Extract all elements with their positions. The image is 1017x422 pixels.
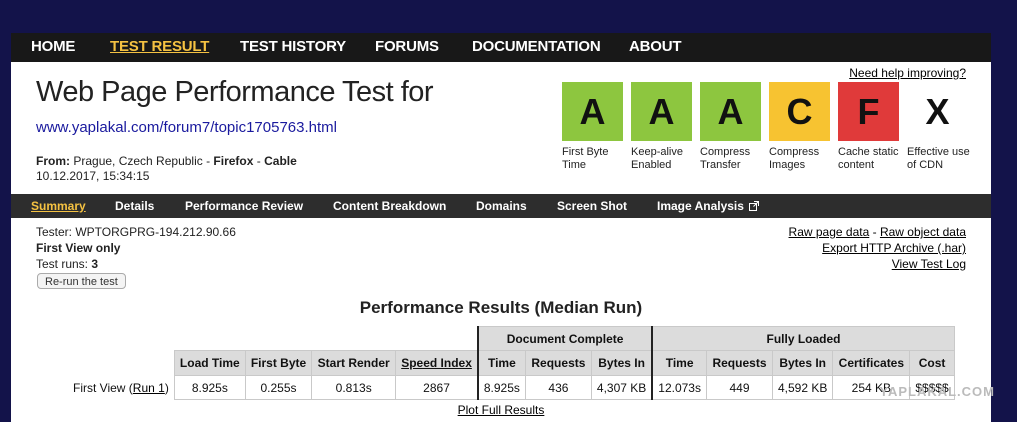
- main-nav: HOME TEST RESULT TEST HISTORY FORUMS DOC…: [11, 33, 991, 62]
- tab-performance-review[interactable]: Performance Review: [185, 199, 303, 213]
- col-full-requests: Requests: [705, 350, 773, 376]
- raw-page-data-link[interactable]: Raw page data: [789, 225, 870, 239]
- browser-text: Firefox: [213, 154, 254, 168]
- col-start-render: Start Render: [311, 350, 397, 376]
- val-full-time: 12.073s: [651, 375, 707, 400]
- grade-label-compress-transfer: Compress Transfer: [700, 146, 751, 171]
- grade-compress-images[interactable]: C: [769, 82, 830, 141]
- first-view-only-text: First View only: [36, 241, 121, 255]
- val-load-time: 8.925s: [173, 375, 246, 400]
- tab-content-breakdown[interactable]: Content Breakdown: [333, 199, 446, 213]
- results-panel: Web Page Performance Test for www.yaplak…: [11, 62, 991, 422]
- test-runs-text: Test runs: 3: [36, 256, 236, 272]
- tab-details[interactable]: Details: [115, 199, 154, 213]
- val-doc-requests: 436: [524, 375, 592, 400]
- test-runs-label: Test runs:: [36, 257, 92, 271]
- nav-forums[interactable]: FORUMS: [375, 38, 439, 55]
- val-full-bytes-in: 4,592 KB: [771, 375, 834, 400]
- grade-keep-alive[interactable]: A: [631, 82, 692, 141]
- grade-label-keep-alive: Keep-alive Enabled: [631, 146, 683, 171]
- raw-object-data-link[interactable]: Raw object data: [880, 225, 966, 239]
- col-first-byte: First Byte: [244, 350, 313, 376]
- view-test-log-link[interactable]: View Test Log: [892, 257, 966, 271]
- col-load-time: Load Time: [173, 350, 246, 376]
- links-separator: -: [869, 225, 880, 239]
- row-label: First View (Run 1): [68, 376, 174, 400]
- grade-compress-transfer[interactable]: A: [700, 82, 761, 141]
- connection-text: Cable: [264, 154, 297, 168]
- tab-summary[interactable]: Summary: [31, 199, 86, 213]
- col-full-bytes-in: Bytes In: [771, 350, 834, 376]
- plot-full-results-link[interactable]: Plot Full Results: [458, 403, 545, 417]
- grade-first-byte[interactable]: A: [562, 82, 623, 141]
- grade-cdn[interactable]: X: [907, 82, 968, 141]
- plot-full-results: Plot Full Results: [11, 403, 991, 417]
- results-table: Document Complete Fully Loaded Load Time…: [68, 326, 955, 400]
- page-title: Web Page Performance Test for: [36, 76, 434, 108]
- grade-label-cache-static: Cache static content: [838, 146, 899, 171]
- tab-image-analysis-label: Image Analysis: [657, 199, 744, 213]
- raw-data-links: Raw page data - Raw object data Export H…: [789, 224, 966, 272]
- grade-label-compress-images: Compress Images: [769, 146, 820, 171]
- tested-url-link[interactable]: www.yaplakal.com/forum7/topic1705763.htm…: [36, 119, 337, 136]
- test-runs-count: 3: [91, 257, 99, 271]
- row-label-close: ): [164, 380, 169, 395]
- rerun-test-button[interactable]: Re-run the test: [37, 273, 126, 289]
- separator: -: [253, 154, 265, 168]
- export-har-link[interactable]: Export HTTP Archive (.har): [822, 241, 966, 255]
- test-info: Tester: WPTORGPRG-194.212.90.66 First Vi…: [36, 224, 236, 272]
- grade-label-first-byte: First Byte Time: [562, 146, 609, 171]
- header-spacer: [68, 326, 478, 351]
- test-date: 10.12.2017, 15:34:15: [36, 169, 150, 183]
- val-doc-time: 8.925s: [476, 375, 526, 400]
- nav-documentation[interactable]: DOCUMENTATION: [472, 38, 601, 55]
- val-speed-index: 2867: [395, 375, 479, 400]
- val-start-render: 0.813s: [311, 375, 397, 400]
- test-location-info: From: Prague, Czech Republic - Firefox -…: [36, 154, 297, 184]
- location-text: Prague, Czech Republic -: [73, 154, 214, 168]
- watermark: YAPLAKAL.COM: [879, 384, 995, 399]
- nav-test-history[interactable]: TEST HISTORY: [240, 38, 346, 55]
- group-fully-loaded: Fully Loaded: [651, 326, 955, 351]
- col-speed-index[interactable]: Speed Index: [395, 350, 479, 376]
- grade-cache-static[interactable]: F: [838, 82, 899, 141]
- row-label-header: [68, 350, 175, 376]
- need-help-link[interactable]: Need help improving?: [849, 66, 966, 80]
- grade-label-cdn: Effective use of CDN: [907, 146, 970, 171]
- col-cost: Cost: [909, 350, 955, 376]
- col-doc-bytes-in: Bytes In: [590, 350, 653, 376]
- group-document-complete: Document Complete: [476, 326, 653, 351]
- col-full-time: Time: [651, 350, 707, 376]
- tab-image-analysis[interactable]: Image Analysis: [657, 199, 760, 213]
- val-first-byte: 0.255s: [244, 375, 313, 400]
- nav-test-result[interactable]: TEST RESULT: [110, 38, 209, 55]
- tester-text: Tester: WPTORGPRG-194.212.90.66: [36, 225, 236, 239]
- results-title: Performance Results (Median Run): [359, 298, 643, 317]
- nav-about[interactable]: ABOUT: [629, 38, 682, 55]
- external-link-icon: [749, 201, 760, 211]
- nav-home[interactable]: HOME: [31, 38, 75, 55]
- results-tabs: Summary Details Performance Review Conte…: [11, 194, 991, 218]
- val-full-requests: 449: [705, 375, 773, 400]
- val-doc-bytes-in: 4,307 KB: [590, 375, 653, 400]
- col-certificates: Certificates: [832, 350, 911, 376]
- from-label: From:: [36, 154, 70, 168]
- table-row: First View (Run 1) 8.925s 0.255s 0.813s …: [68, 375, 955, 400]
- tab-screen-shot[interactable]: Screen Shot: [557, 199, 627, 213]
- col-doc-time: Time: [476, 350, 526, 376]
- col-doc-requests: Requests: [524, 350, 592, 376]
- tab-domains[interactable]: Domains: [476, 199, 527, 213]
- row-label-text: First View (: [73, 380, 133, 395]
- run-1-link[interactable]: Run 1: [133, 381, 165, 395]
